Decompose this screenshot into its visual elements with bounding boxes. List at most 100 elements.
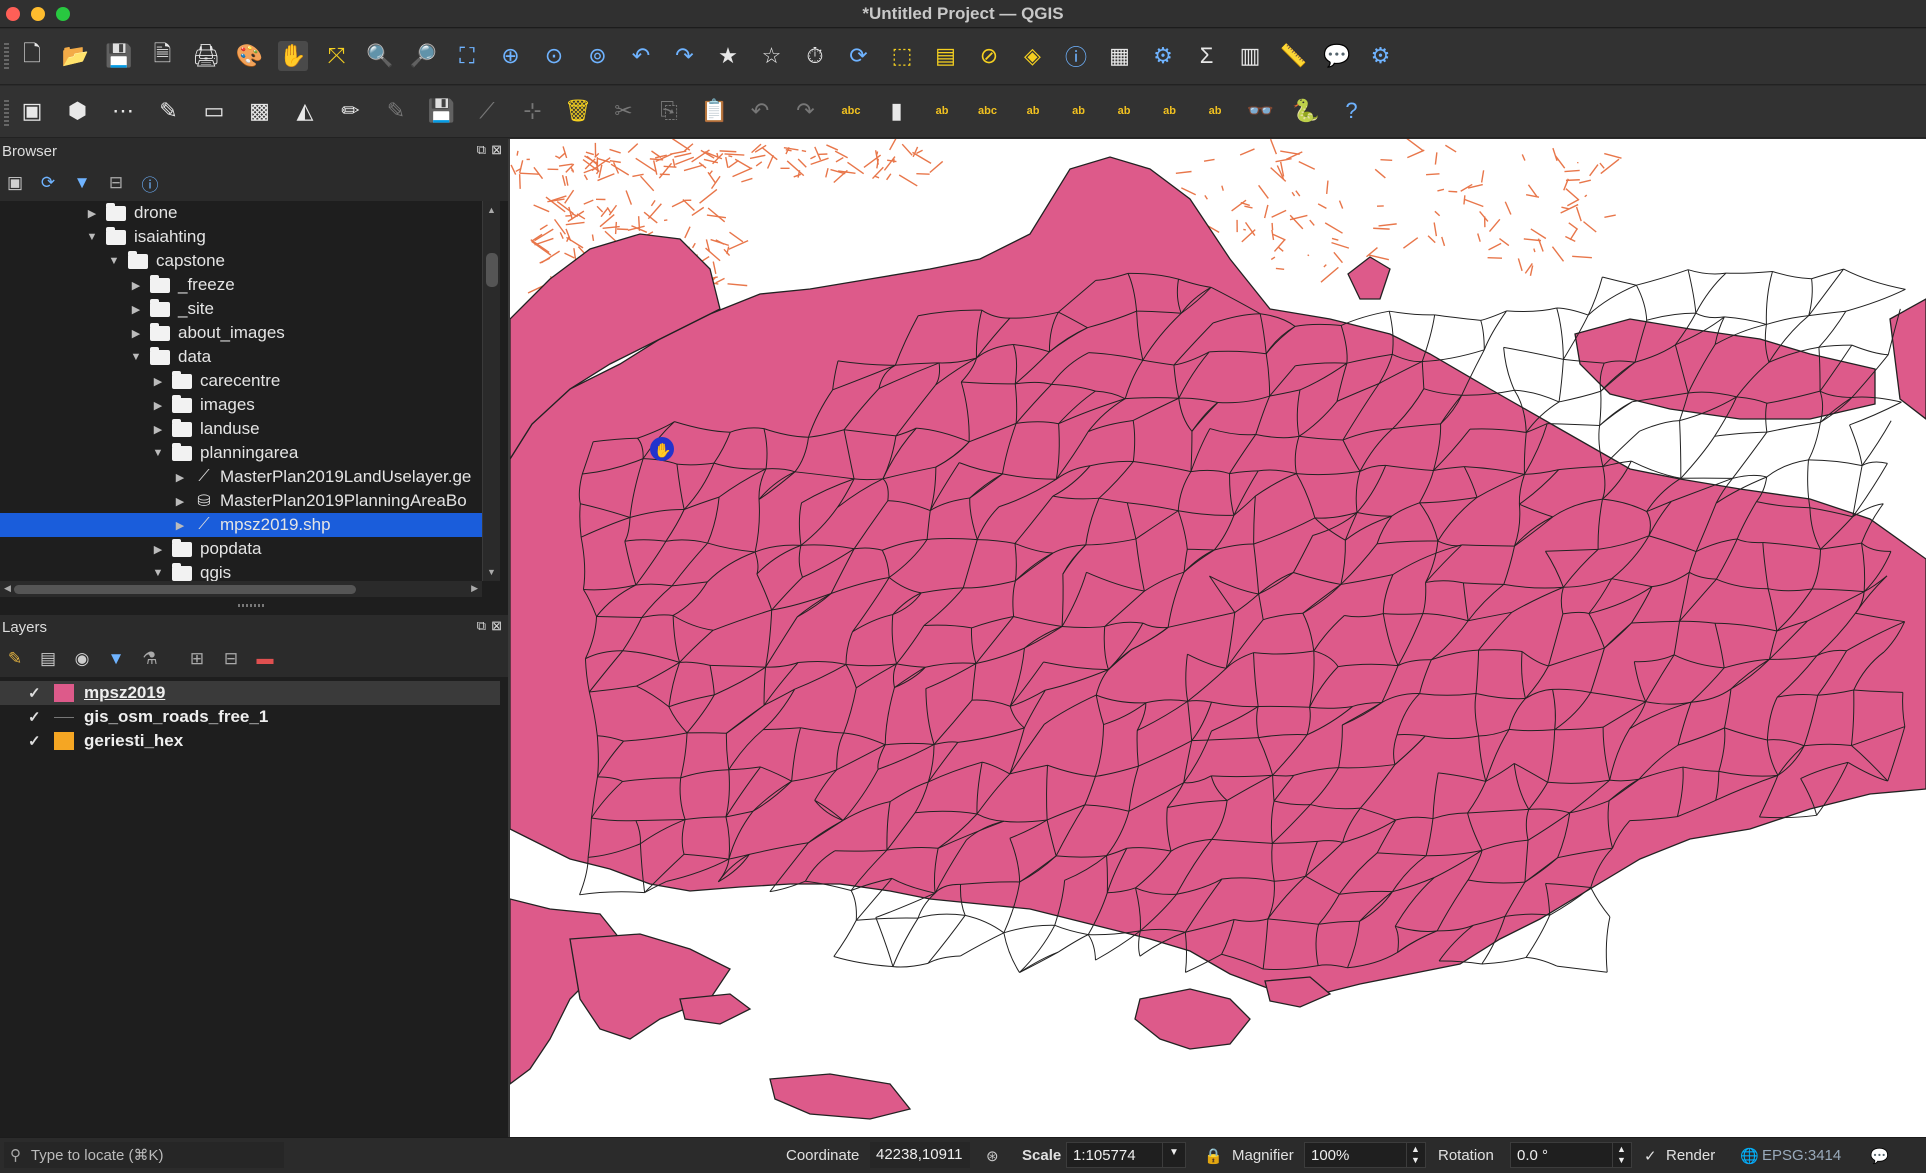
collapsed-arrow-icon[interactable]: ▶	[150, 399, 166, 412]
pan-to-selection-icon[interactable]: ⤧	[322, 41, 352, 71]
toolbox-icon[interactable]: ⚙	[1148, 41, 1178, 71]
label-highlight-icon[interactable]: abc	[973, 96, 1003, 126]
collapsed-arrow-icon[interactable]: ▶	[84, 207, 100, 220]
zoom-last-icon[interactable]: ↶	[626, 41, 656, 71]
select-features-icon[interactable]: ⬚	[887, 41, 917, 71]
zoom-next-icon[interactable]: ↷	[670, 41, 700, 71]
add-selected-layers-icon[interactable]: ▣	[3, 171, 27, 195]
show-bookmarks-icon[interactable]: ☆	[757, 41, 787, 71]
data-source-manager-icon[interactable]: ▣	[17, 96, 47, 126]
magnifier-stepper[interactable]: ▲ ▼	[1406, 1142, 1426, 1168]
browser-item[interactable]: ▼ data	[0, 345, 482, 369]
browser-item[interactable]: ▶ ⟋ mpsz2019.shp	[0, 513, 482, 537]
layer-item[interactable]: ✓ gis_osm_roads_free_1	[0, 705, 500, 729]
expanded-arrow-icon[interactable]: ▼	[106, 255, 122, 267]
save-as-icon[interactable]: 🗎	[148, 41, 178, 71]
close-panel-icon[interactable]: ⊠	[491, 142, 502, 158]
new-geopackage-icon[interactable]: ⬢	[63, 96, 93, 126]
browser-item[interactable]: ▶ _site	[0, 297, 482, 321]
virtual-layer-icon[interactable]: ▩	[245, 96, 275, 126]
refresh-icon[interactable]: ⟳	[844, 41, 874, 71]
collapsed-arrow-icon[interactable]: ▶	[172, 471, 188, 484]
label-hide-icon[interactable]: ab	[1200, 96, 1230, 126]
browser-vertical-scrollbar[interactable]: ▲ ▼	[482, 201, 500, 581]
select-by-location-icon[interactable]: ◈	[1018, 41, 1048, 71]
add-group-icon[interactable]: ▤	[36, 647, 60, 671]
locator-field[interactable]: ⚲ Type to locate (⌘K)	[4, 1142, 284, 1168]
vertex-tool-icon[interactable]: ⊹	[518, 96, 548, 126]
identify-icon[interactable]: ⓘ	[1061, 41, 1091, 71]
browser-item[interactable]: ▶ popdata	[0, 537, 482, 561]
layer-visibility-checkbox[interactable]: ✓	[28, 708, 44, 726]
browser-item[interactable]: ▼ planningarea	[0, 441, 482, 465]
new-bookmark-icon[interactable]: ★	[713, 41, 743, 71]
label-rotate-icon[interactable]: ab	[1064, 96, 1094, 126]
zoom-in-icon[interactable]: 🔍	[365, 41, 395, 71]
add-layer-icon[interactable]: ▭	[199, 96, 229, 126]
browser-horizontal-scrollbar[interactable]: ◀ ▶	[0, 581, 482, 597]
collapsed-arrow-icon[interactable]: ▶	[128, 327, 144, 340]
refresh-icon[interactable]: ⟳	[36, 171, 60, 195]
temporal-controller-icon[interactable]: ⏱	[800, 41, 830, 71]
label-move-icon[interactable]: ab	[1018, 96, 1048, 126]
statistics-icon[interactable]: Σ	[1192, 41, 1222, 71]
layer-symbol-swatch[interactable]	[54, 684, 74, 702]
layer-item[interactable]: ✓ mpsz2019	[0, 681, 500, 705]
save-project-icon[interactable]: 💾	[104, 41, 134, 71]
paste-icon[interactable]: 📋	[700, 96, 730, 126]
browser-item[interactable]: ▼ isaiahting	[0, 225, 482, 249]
panel-splitter[interactable]	[238, 604, 264, 607]
collapsed-arrow-icon[interactable]: ▶	[172, 495, 188, 508]
collapse-all-icon[interactable]: ⊟	[104, 171, 128, 195]
redo-icon[interactable]: ↷	[791, 96, 821, 126]
pan-icon[interactable]: ✋	[278, 41, 308, 71]
browser-item[interactable]: ▶ ⛁ MasterPlan2019PlanningAreaBo	[0, 489, 482, 513]
toggle-extents-icon[interactable]: ⊛	[986, 1147, 999, 1165]
open-attribute-table-icon[interactable]: ▦	[1105, 41, 1135, 71]
collapse-all-icon[interactable]: ⊟	[219, 647, 243, 671]
new-temporary-layer-icon[interactable]: ⋯	[108, 96, 138, 126]
collapsed-arrow-icon[interactable]: ▶	[172, 519, 188, 532]
expanded-arrow-icon[interactable]: ▼	[84, 231, 100, 243]
field-calculator-icon[interactable]: ▥	[1235, 41, 1265, 71]
collapsed-arrow-icon[interactable]: ▶	[150, 423, 166, 436]
label-show-icon[interactable]: ab	[1155, 96, 1185, 126]
settings-icon[interactable]: ⚙	[1366, 41, 1396, 71]
manage-visibility-icon[interactable]: ◉	[70, 647, 94, 671]
copy-icon[interactable]: ⎘	[654, 96, 684, 126]
float-panel-icon[interactable]: ⧉	[477, 142, 486, 158]
layer-visibility-checkbox[interactable]: ✓	[28, 684, 44, 702]
filter-by-expression-icon[interactable]: ⚗	[138, 647, 162, 671]
layer-visibility-checkbox[interactable]: ✓	[28, 732, 44, 750]
remove-layer-icon[interactable]: ▬	[253, 647, 277, 671]
plugin-icon[interactable]: 👓	[1246, 96, 1276, 126]
cut-icon[interactable]: ✂	[609, 96, 639, 126]
new-project-icon[interactable]: 🗋	[17, 41, 47, 71]
zoom-full-icon[interactable]: ⛶	[452, 41, 482, 71]
browser-item[interactable]: ▶ images	[0, 393, 482, 417]
browser-item[interactable]: ▼ qgis	[0, 561, 482, 581]
map-svg[interactable]: ✋	[510, 139, 1926, 1137]
save-edits-icon[interactable]: 💾	[427, 96, 457, 126]
browser-item[interactable]: ▶ ⟋ MasterPlan2019LandUselayer.ge	[0, 465, 482, 489]
scale-field[interactable]: 1:105774	[1066, 1142, 1174, 1168]
expand-all-icon[interactable]: ⊞	[185, 647, 209, 671]
toolbar-grip[interactable]	[4, 43, 9, 69]
coordinate-field[interactable]: 42238,10911	[870, 1142, 970, 1168]
layer-symbol-swatch[interactable]	[54, 732, 74, 750]
messages-icon[interactable]: 💬	[1870, 1147, 1889, 1165]
expanded-arrow-icon[interactable]: ▼	[150, 567, 166, 579]
zoom-out-icon[interactable]: 🔎	[409, 41, 439, 71]
rotation-field[interactable]: 0.0 °	[1510, 1142, 1616, 1168]
zoom-to-layer-icon[interactable]: ⊙	[539, 41, 569, 71]
delete-selected-icon[interactable]: 🗑	[563, 96, 593, 126]
select-by-value-icon[interactable]: ▤	[931, 41, 961, 71]
expanded-arrow-icon[interactable]: ▼	[128, 351, 144, 363]
help-icon[interactable]: ?	[1337, 96, 1367, 126]
render-checkbox[interactable]: ✓	[1644, 1147, 1657, 1165]
collapsed-arrow-icon[interactable]: ▶	[128, 303, 144, 316]
open-project-icon[interactable]: 📂	[61, 41, 91, 71]
properties-info-icon[interactable]: ⓘ	[138, 171, 162, 195]
expanded-arrow-icon[interactable]: ▼	[150, 447, 166, 459]
browser-item[interactable]: ▶ drone	[0, 201, 482, 225]
